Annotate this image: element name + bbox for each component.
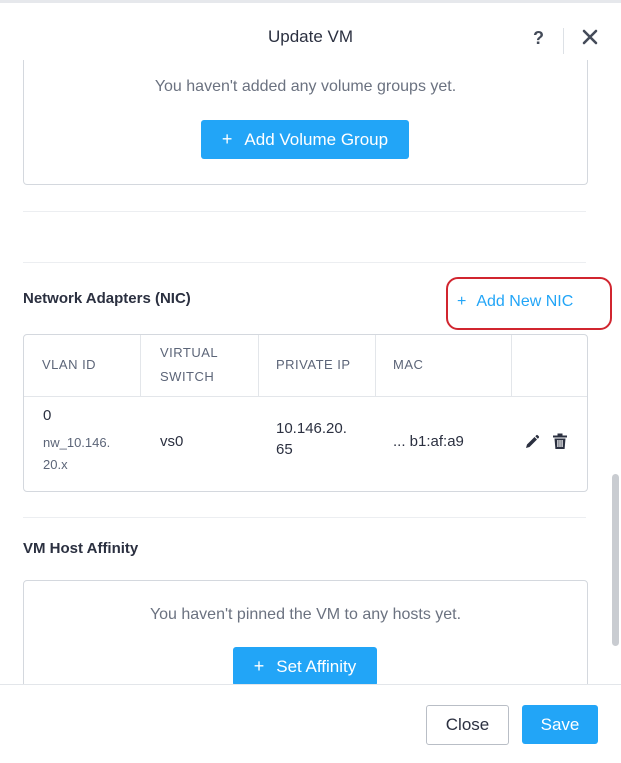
close-icon[interactable] (578, 25, 602, 49)
nic-table: VLAN ID VIRTUAL SWITCH PRIVATE IP MAC 0 … (23, 334, 588, 492)
column-header-mac: MAC (393, 357, 424, 372)
nic-vlan-name: nw_10.146. 20.x (43, 435, 111, 472)
set-affinity-label: Set Affinity (276, 656, 357, 676)
column-divider (140, 335, 141, 396)
volume-groups-empty-text: You haven't added any volume groups yet. (154, 78, 457, 95)
plus-icon: + (457, 293, 467, 310)
close-button[interactable]: Close (426, 705, 509, 745)
help-icon[interactable]: ? (533, 28, 544, 49)
column-divider (258, 335, 259, 396)
network-adapters-title: Network Adapters (NIC) (23, 290, 191, 307)
column-divider (511, 335, 512, 396)
plus-icon: + (253, 656, 265, 676)
nic-virtual-switch: vs0 (160, 433, 184, 450)
header-divider (563, 28, 564, 54)
header-row-divider (24, 396, 587, 397)
host-affinity-empty-text: You haven't pinned the VM to any hosts y… (149, 606, 462, 623)
nic-vlan-id: 0 (43, 407, 52, 424)
vm-host-affinity-title: VM Host Affinity (23, 540, 139, 557)
column-header-private-ip: PRIVATE IP (276, 357, 351, 372)
edit-pencil-icon[interactable] (524, 434, 540, 455)
add-volume-group-label: Add Volume Group (244, 129, 389, 149)
nic-private-ip: 10.146.20. 65 (276, 420, 347, 458)
add-new-nic-label: Add New NIC (476, 293, 574, 310)
set-affinity-button[interactable]: + Set Affinity (233, 647, 377, 686)
column-header-virtual-switch: VIRTUAL SWITCH (160, 345, 219, 384)
volume-groups-panel: You haven't added any volume groups yet.… (23, 60, 588, 185)
modal-footer: Close Save (0, 684, 621, 763)
nic-mac: ... b1:af:a9 (393, 433, 464, 450)
save-button[interactable]: Save (522, 705, 598, 744)
column-header-vlan-id: VLAN ID (42, 357, 97, 372)
section-divider (23, 517, 586, 518)
plus-icon: + (221, 129, 233, 149)
add-new-nic-button[interactable]: + Add New NIC (457, 293, 573, 311)
modal-title: Update VM (267, 27, 354, 46)
add-volume-group-button[interactable]: + Add Volume Group (201, 120, 409, 159)
delete-trash-icon[interactable] (552, 433, 568, 455)
scrollbar-thumb[interactable] (612, 474, 619, 646)
section-divider (23, 211, 586, 212)
column-divider (375, 335, 376, 396)
section-divider (23, 262, 586, 263)
